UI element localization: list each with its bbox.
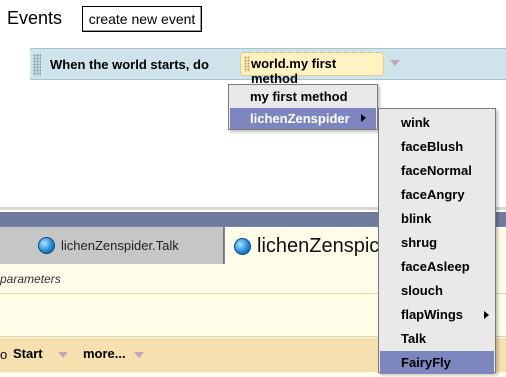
menu-item-label: blink — [401, 211, 432, 226]
menu-item-fairyfly[interactable]: FairyFly — [380, 351, 494, 374]
object-ball-icon — [234, 237, 251, 255]
event-row-world-starts[interactable]: When the world starts, do world.my first… — [30, 48, 506, 86]
menu-item-faceblush[interactable]: faceBlush — [380, 135, 494, 158]
start-dropdown-arrow-icon[interactable] — [58, 352, 68, 358]
event-method-value: world.my first method — [251, 56, 337, 86]
events-header: Events create new event — [0, 0, 506, 42]
menu-item-label: faceAsleep — [401, 259, 470, 274]
events-title: Events — [7, 8, 63, 28]
menu-item-label: shrug — [401, 235, 438, 250]
menu-item-label: faceNormal — [401, 163, 472, 178]
command-prefix: o — [0, 347, 8, 362]
menu-item-label: Talk — [401, 331, 427, 346]
menu-item-label: FairyFly — [401, 355, 451, 370]
tab-label: lichenZenspic — [257, 234, 380, 257]
menu-item-facenormal[interactable]: faceNormal — [380, 159, 494, 182]
submenu-arrow-icon — [361, 114, 366, 122]
more-dropdown-arrow-icon[interactable] — [134, 352, 144, 358]
menu-item-flapwings[interactable]: flapWings — [380, 303, 494, 326]
lichenzenspider-submenu: wink faceBlush faceNormal faceAngry blin… — [378, 108, 496, 374]
menu-item-slouch[interactable]: slouch — [380, 279, 494, 302]
create-new-event-button[interactable]: create new event — [82, 6, 202, 32]
menu-item-label: flapWings — [401, 307, 463, 322]
submenu-arrow-icon — [484, 311, 489, 319]
menu-item-lichenzenspider[interactable]: lichenZenspider — [230, 108, 376, 129]
menu-item-label: lichenZenspider — [250, 111, 350, 126]
menu-item-faceangry[interactable]: faceAngry — [380, 183, 494, 206]
menu-item-shrug[interactable]: shrug — [380, 231, 494, 254]
menu-item-label: faceBlush — [401, 139, 464, 154]
method-popup-menu: my first method lichenZenspider — [228, 84, 378, 130]
chip-grip-icon — [244, 56, 250, 72]
parameters-label: parameters — [0, 272, 61, 286]
menu-item-talk[interactable]: Talk — [380, 327, 494, 350]
menu-item-label: wink — [401, 115, 430, 130]
event-label: When the world starts, do — [50, 57, 209, 72]
tab-lichenzenspider-talk[interactable]: lichenZenspider.Talk — [0, 227, 224, 264]
object-ball-icon — [38, 237, 55, 254]
menu-item-faceasleep[interactable]: faceAsleep — [380, 255, 494, 278]
menu-item-label: my first method — [250, 89, 348, 104]
menu-item-wink[interactable]: wink — [380, 111, 494, 134]
menu-item-label: faceAngry — [401, 187, 465, 202]
tab-label: lichenZenspider.Talk — [61, 238, 179, 253]
menu-item-my-first-method[interactable]: my first method — [230, 86, 376, 107]
start-chip[interactable]: Start — [13, 346, 43, 361]
menu-item-label: slouch — [401, 283, 443, 298]
more-button[interactable]: more... — [83, 346, 126, 361]
menu-item-blink[interactable]: blink — [380, 207, 494, 230]
method-dropdown-arrow-icon[interactable] — [390, 60, 400, 66]
event-method-chip[interactable]: world.my first method — [240, 52, 384, 86]
drag-grip-icon[interactable] — [33, 54, 41, 76]
